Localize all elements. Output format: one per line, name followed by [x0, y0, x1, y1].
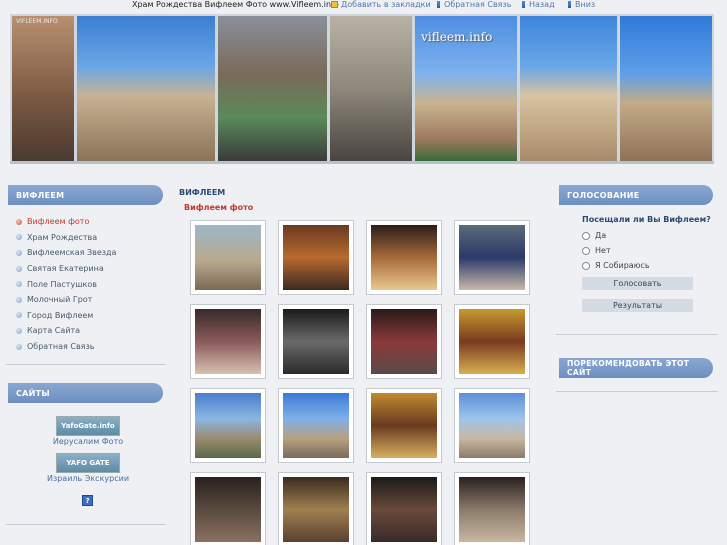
- menu-item-bethlehem-photo[interactable]: Вифлеем фото: [16, 214, 166, 230]
- radio-button[interactable]: [582, 246, 590, 255]
- poll-option-planning[interactable]: Я Собираюсь: [582, 261, 650, 270]
- menu-item-milk-grotto[interactable]: Молочный Грот: [16, 292, 166, 308]
- bullet-icon: [16, 234, 22, 241]
- divider: [556, 334, 718, 335]
- menu-item-star[interactable]: Вифлеемская Звезда: [16, 245, 166, 261]
- grotto-photo[interactable]: [283, 309, 349, 374]
- mosaic-columns-photo[interactable]: [283, 225, 349, 290]
- recommend-header[interactable]: ПОРЕКОМЕНДОВАТЬ ЭТОТ САЙТ: [559, 358, 713, 378]
- church-exterior-photo[interactable]: [283, 393, 349, 458]
- bullet-icon: [16, 312, 22, 319]
- bullet-icon: [16, 327, 22, 334]
- results-button[interactable]: Результаты: [582, 299, 693, 312]
- monk-photo[interactable]: [195, 477, 261, 542]
- chapel-facade-photo[interactable]: [459, 393, 525, 458]
- menu-item-sitemap[interactable]: Карта Сайта: [16, 323, 166, 339]
- banner-photo-arch: VIFLEEM.INFO: [12, 16, 74, 161]
- menu-item-st-catherine[interactable]: Святая Екатерина: [16, 261, 166, 277]
- cave-interior-photo[interactable]: [459, 477, 525, 542]
- thumbnail[interactable]: [278, 388, 354, 463]
- poll-option-yes[interactable]: Да: [582, 231, 606, 240]
- bullet-icon: [16, 343, 22, 350]
- menu-item-feedback[interactable]: Обратная Связь: [16, 339, 166, 355]
- top-bar: Храм Рождества Вифлеем Фото www.Vifleem.…: [0, 0, 727, 11]
- worshippers-photo[interactable]: [371, 477, 437, 542]
- bullet-icon: [16, 296, 22, 303]
- menu-item-city[interactable]: Город Вифлеем: [16, 308, 166, 324]
- arrow-icon: [521, 1, 526, 8]
- thumbnail[interactable]: [454, 388, 530, 463]
- banner-photo-nativity: [217, 16, 327, 161]
- yafogate-logo[interactable]: YafoGate.info: [56, 416, 120, 436]
- interior-icons-photo[interactable]: [283, 477, 349, 542]
- banner-photo-church: [520, 16, 617, 161]
- bullet-icon: [16, 281, 22, 288]
- site-link-jerusalem[interactable]: YafoGate.info Иерусалим Фото: [52, 416, 124, 446]
- thumbnail[interactable]: [278, 472, 354, 545]
- sites-header: САЙТЫ: [8, 383, 163, 403]
- feedback-link[interactable]: Обратная Связь: [436, 0, 511, 9]
- down-link[interactable]: Вниз: [567, 0, 595, 9]
- thumbnail[interactable]: [190, 304, 266, 379]
- banner-photo-tower: vifleem.info: [415, 16, 518, 161]
- banner-photo-statue: [76, 16, 215, 161]
- radio-button[interactable]: [582, 231, 590, 240]
- yafogate-logo[interactable]: YAFO GATE: [56, 453, 120, 473]
- thumbnail[interactable]: [366, 220, 442, 295]
- bullet-icon: [16, 265, 22, 272]
- question-icon[interactable]: ?: [82, 495, 93, 506]
- street-photo[interactable]: [195, 393, 261, 458]
- radio-button[interactable]: [582, 261, 590, 270]
- icon-madonna-photo[interactable]: [459, 309, 525, 374]
- bullet-icon: [16, 249, 22, 256]
- poll-header: ГОЛОСОВАНИЕ: [559, 185, 713, 205]
- menu-header: ВИФЛЕЕМ: [8, 185, 163, 205]
- site-title: Храм Рождества Вифлеем Фото www.Vifleem.…: [132, 0, 339, 9]
- visitors-candles-photo[interactable]: [195, 309, 261, 374]
- menu-item-church-nativity[interactable]: Храм Рождества: [16, 230, 166, 246]
- vote-button[interactable]: Голосовать: [582, 277, 693, 290]
- home-icon: [331, 1, 338, 8]
- banner-photo-door: [329, 16, 413, 161]
- banner-photo-walls: [619, 16, 712, 161]
- arrow-icon: [567, 1, 572, 8]
- iconostasis-photo[interactable]: [371, 393, 437, 458]
- candles-altar-photo[interactable]: [371, 225, 437, 290]
- thumbnail[interactable]: [366, 304, 442, 379]
- menu-item-shepherds-field[interactable]: Поле Пастушков: [16, 276, 166, 292]
- divider: [6, 524, 166, 525]
- thumbnail[interactable]: [454, 304, 530, 379]
- courtyard-photo[interactable]: [195, 225, 261, 290]
- thumbnail[interactable]: [190, 220, 266, 295]
- priest-photo[interactable]: [459, 225, 525, 290]
- gallery-title: Вифлеем фото: [184, 203, 254, 212]
- photo-grid: [190, 220, 530, 545]
- thumbnail[interactable]: [454, 472, 530, 545]
- crowd-photo[interactable]: [371, 309, 437, 374]
- thumbnail[interactable]: [190, 472, 266, 545]
- thumbnail[interactable]: [366, 388, 442, 463]
- add-bookmark-link[interactable]: Добавить в закладки: [331, 0, 431, 9]
- thumbnail[interactable]: [278, 304, 354, 379]
- site-link-israel-tours[interactable]: YAFO GATE Израиль Экскурсии: [46, 453, 130, 483]
- poll-option-no[interactable]: Нет: [582, 246, 611, 255]
- thumbnail[interactable]: [454, 220, 530, 295]
- thumbnail[interactable]: [366, 472, 442, 545]
- side-menu: Вифлеем фото Храм Рождества Вифлеемская …: [16, 214, 166, 354]
- section-title: ВИФЛЕЕМ: [179, 188, 226, 197]
- divider: [6, 364, 166, 365]
- divider: [556, 391, 718, 392]
- arrow-icon: [436, 1, 441, 8]
- thumbnail[interactable]: [190, 388, 266, 463]
- thumbnail[interactable]: [278, 220, 354, 295]
- photo-banner: VIFLEEM.INFO vifleem.info: [10, 14, 714, 164]
- back-link[interactable]: Назад: [521, 0, 555, 9]
- bullet-icon: [16, 218, 22, 225]
- poll-question: Посещали ли Вы Вифлеем?: [582, 215, 711, 224]
